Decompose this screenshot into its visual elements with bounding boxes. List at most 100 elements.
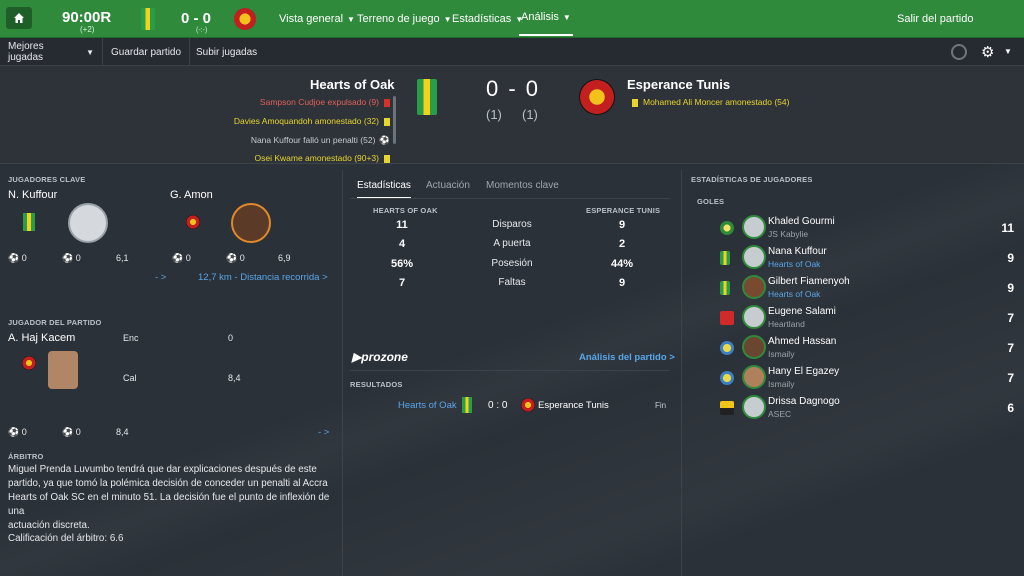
- stat-away-value: 2: [618, 238, 626, 250]
- player-stats-title: ESTADÍSTICAS DE JUGADORES: [691, 175, 813, 184]
- player-stat-row[interactable]: Khaled Gourmi JS Kabylie 11: [718, 214, 1018, 244]
- stat-label: Posesión: [491, 258, 533, 269]
- column-divider: [681, 170, 682, 576]
- chevron-down-icon[interactable]: ▼: [1004, 47, 1012, 56]
- player-team[interactable]: Hearts of Oak: [768, 289, 820, 299]
- leave-match-button[interactable]: Salir del partido: [897, 13, 973, 25]
- result-score[interactable]: 0 : 0: [488, 400, 507, 411]
- player-goals: 11: [1001, 221, 1014, 235]
- esperance-crest-icon: [22, 356, 36, 370]
- distance-link[interactable]: 12,7 km - Distancia recorrida >: [198, 272, 328, 283]
- home-key-player-name[interactable]: N. Kuffour: [8, 189, 57, 201]
- nav-overview-label: Vista general: [279, 13, 344, 25]
- player-team: Ismaily: [768, 349, 795, 359]
- gear-icon[interactable]: ⚙: [981, 43, 994, 61]
- player-name: Eugene Salami: [768, 306, 836, 317]
- stat-home-value: 4: [398, 238, 406, 250]
- home-team-name[interactable]: Hearts of Oak: [310, 77, 395, 92]
- potm-stat2-label: Cal: [123, 373, 137, 383]
- boot-icon: ⚽: [226, 253, 238, 263]
- result-home-team[interactable]: Hearts of Oak: [398, 400, 457, 411]
- top-score-sub: (-:-): [196, 27, 208, 34]
- result-status: Fin: [655, 401, 667, 410]
- events-scrollbar[interactable]: [393, 96, 396, 144]
- goals-value: 0: [21, 427, 27, 437]
- player-team: Ismaily: [768, 379, 795, 389]
- stat-home-value: 7: [398, 277, 406, 289]
- potm-goals: ⚽ 0: [8, 427, 27, 438]
- chevron-down-icon: ▼: [443, 14, 452, 24]
- player-stat-row[interactable]: Ahmed Hassan Ismaily 7: [718, 334, 1018, 364]
- column-divider: [342, 170, 343, 576]
- esperance-crest-icon: [521, 398, 535, 412]
- sub-toolbar: Mejores jugadas ▼ Guardar partido Subir j…: [0, 38, 1024, 66]
- home-kp-goals: ⚽ 0: [8, 253, 27, 264]
- home-icon: [14, 13, 24, 23]
- best-plays-dropdown[interactable]: Mejores jugadas ▼: [0, 38, 103, 66]
- event-text: Mohamed Ali Moncer amonestado (54): [643, 97, 790, 107]
- nav-overview[interactable]: Vista general ▼: [279, 0, 355, 38]
- boot-icon: ⚽: [62, 253, 74, 263]
- goals-value: 0: [185, 253, 191, 263]
- nav-analysis[interactable]: Análisis ▼: [519, 0, 573, 36]
- player-team[interactable]: Hearts of Oak: [768, 259, 820, 269]
- player-stat-row[interactable]: Eugene Salami Heartland 7: [718, 304, 1018, 334]
- red-card-icon: [384, 98, 390, 107]
- event-text: Davies Amoquandoh amonestado (32): [233, 116, 379, 126]
- referee-text-line: Miguel Prenda Luvumbo tendrá que dar exp…: [8, 464, 317, 475]
- player-goals: 7: [1007, 341, 1014, 355]
- referee-text-line: partido, ya que tomó la polémica decisió…: [8, 478, 328, 489]
- potm-nav[interactable]: - >: [318, 427, 329, 438]
- player-goals: 7: [1007, 371, 1014, 385]
- assists-value: 0: [239, 253, 245, 263]
- team-crest-icon: [720, 311, 734, 325]
- stat-label: A puerta: [493, 238, 531, 249]
- away-key-player-name[interactable]: G. Amon: [170, 189, 213, 201]
- prozone-label: prozone: [361, 350, 408, 364]
- player-goals: 9: [1007, 251, 1014, 265]
- stat-home-value: 56%: [390, 258, 414, 270]
- player-name: Gilbert Fiamenyoh: [768, 276, 850, 287]
- hearts-crest-icon: [417, 79, 437, 115]
- nav-stats-label: Estadísticas: [452, 13, 512, 25]
- player-stat-row[interactable]: Drissa Dagnogo ASEC 6: [718, 394, 1018, 424]
- player-stat-row[interactable]: Gilbert Fiamenyoh Hearts of Oak 9: [718, 274, 1018, 304]
- save-match-button[interactable]: Guardar partido: [103, 38, 191, 66]
- potm-title: JUGADOR DEL PARTIDO: [8, 318, 102, 327]
- upload-plays-button[interactable]: Subir jugadas: [188, 38, 265, 66]
- home-button[interactable]: [6, 7, 32, 29]
- result-away-team[interactable]: Esperance Tunis: [538, 400, 609, 411]
- tab-key-moments[interactable]: Momentos clave: [486, 180, 559, 191]
- player-stat-row[interactable]: Hany El Egazey Ismaily 7: [718, 364, 1018, 394]
- player-name: Nana Kuffour: [768, 246, 827, 257]
- player-stat-row[interactable]: Nana Kuffour Hearts of Oak 9: [718, 244, 1018, 274]
- ball-icon: ⚽: [379, 135, 390, 145]
- nav-pitch[interactable]: Terreno de juego ▼: [357, 0, 451, 38]
- potm-rating: 8,4: [116, 427, 129, 437]
- player-goals: 7: [1007, 311, 1014, 325]
- nav-stats[interactable]: Estadísticas ▼: [452, 0, 523, 38]
- stat-row-fouls: 7 Faltas 9: [352, 277, 672, 295]
- player-goals: 9: [1007, 281, 1014, 295]
- event-text: Osei Kwame amonestado (90+3): [254, 153, 380, 163]
- record-icon[interactable]: [951, 44, 967, 60]
- tab-performance[interactable]: Actuación: [426, 180, 470, 191]
- stat-away-value: 9: [618, 219, 626, 231]
- home-event: Davies Amoquandoh amonestado (32): [234, 116, 390, 126]
- match-analysis-link[interactable]: Análisis del partido >: [579, 352, 675, 363]
- tab-statistics[interactable]: Estadísticas: [357, 180, 411, 199]
- player-avatar: [742, 305, 766, 329]
- potm-stat1-label: Enc: [123, 333, 139, 343]
- away-team-name[interactable]: Esperance Tunis: [627, 77, 730, 92]
- goals-value: 0: [21, 253, 27, 263]
- referee-text-line: actuación discreta.: [8, 520, 90, 531]
- esperance-crest-icon: [579, 79, 615, 115]
- away-event: Mohamed Ali Moncer amonestado (54): [632, 97, 789, 107]
- key-players-nav[interactable]: - >: [155, 272, 166, 283]
- home-kp-rating: 6,1: [116, 253, 129, 263]
- yellow-card-icon: [632, 98, 638, 107]
- potm-name[interactable]: A. Haj Kacem: [8, 332, 75, 344]
- stat-label: Faltas: [498, 277, 526, 288]
- player-goals: 6: [1007, 401, 1014, 415]
- referee-rating: Calificación del árbitro: 6.6: [8, 533, 124, 544]
